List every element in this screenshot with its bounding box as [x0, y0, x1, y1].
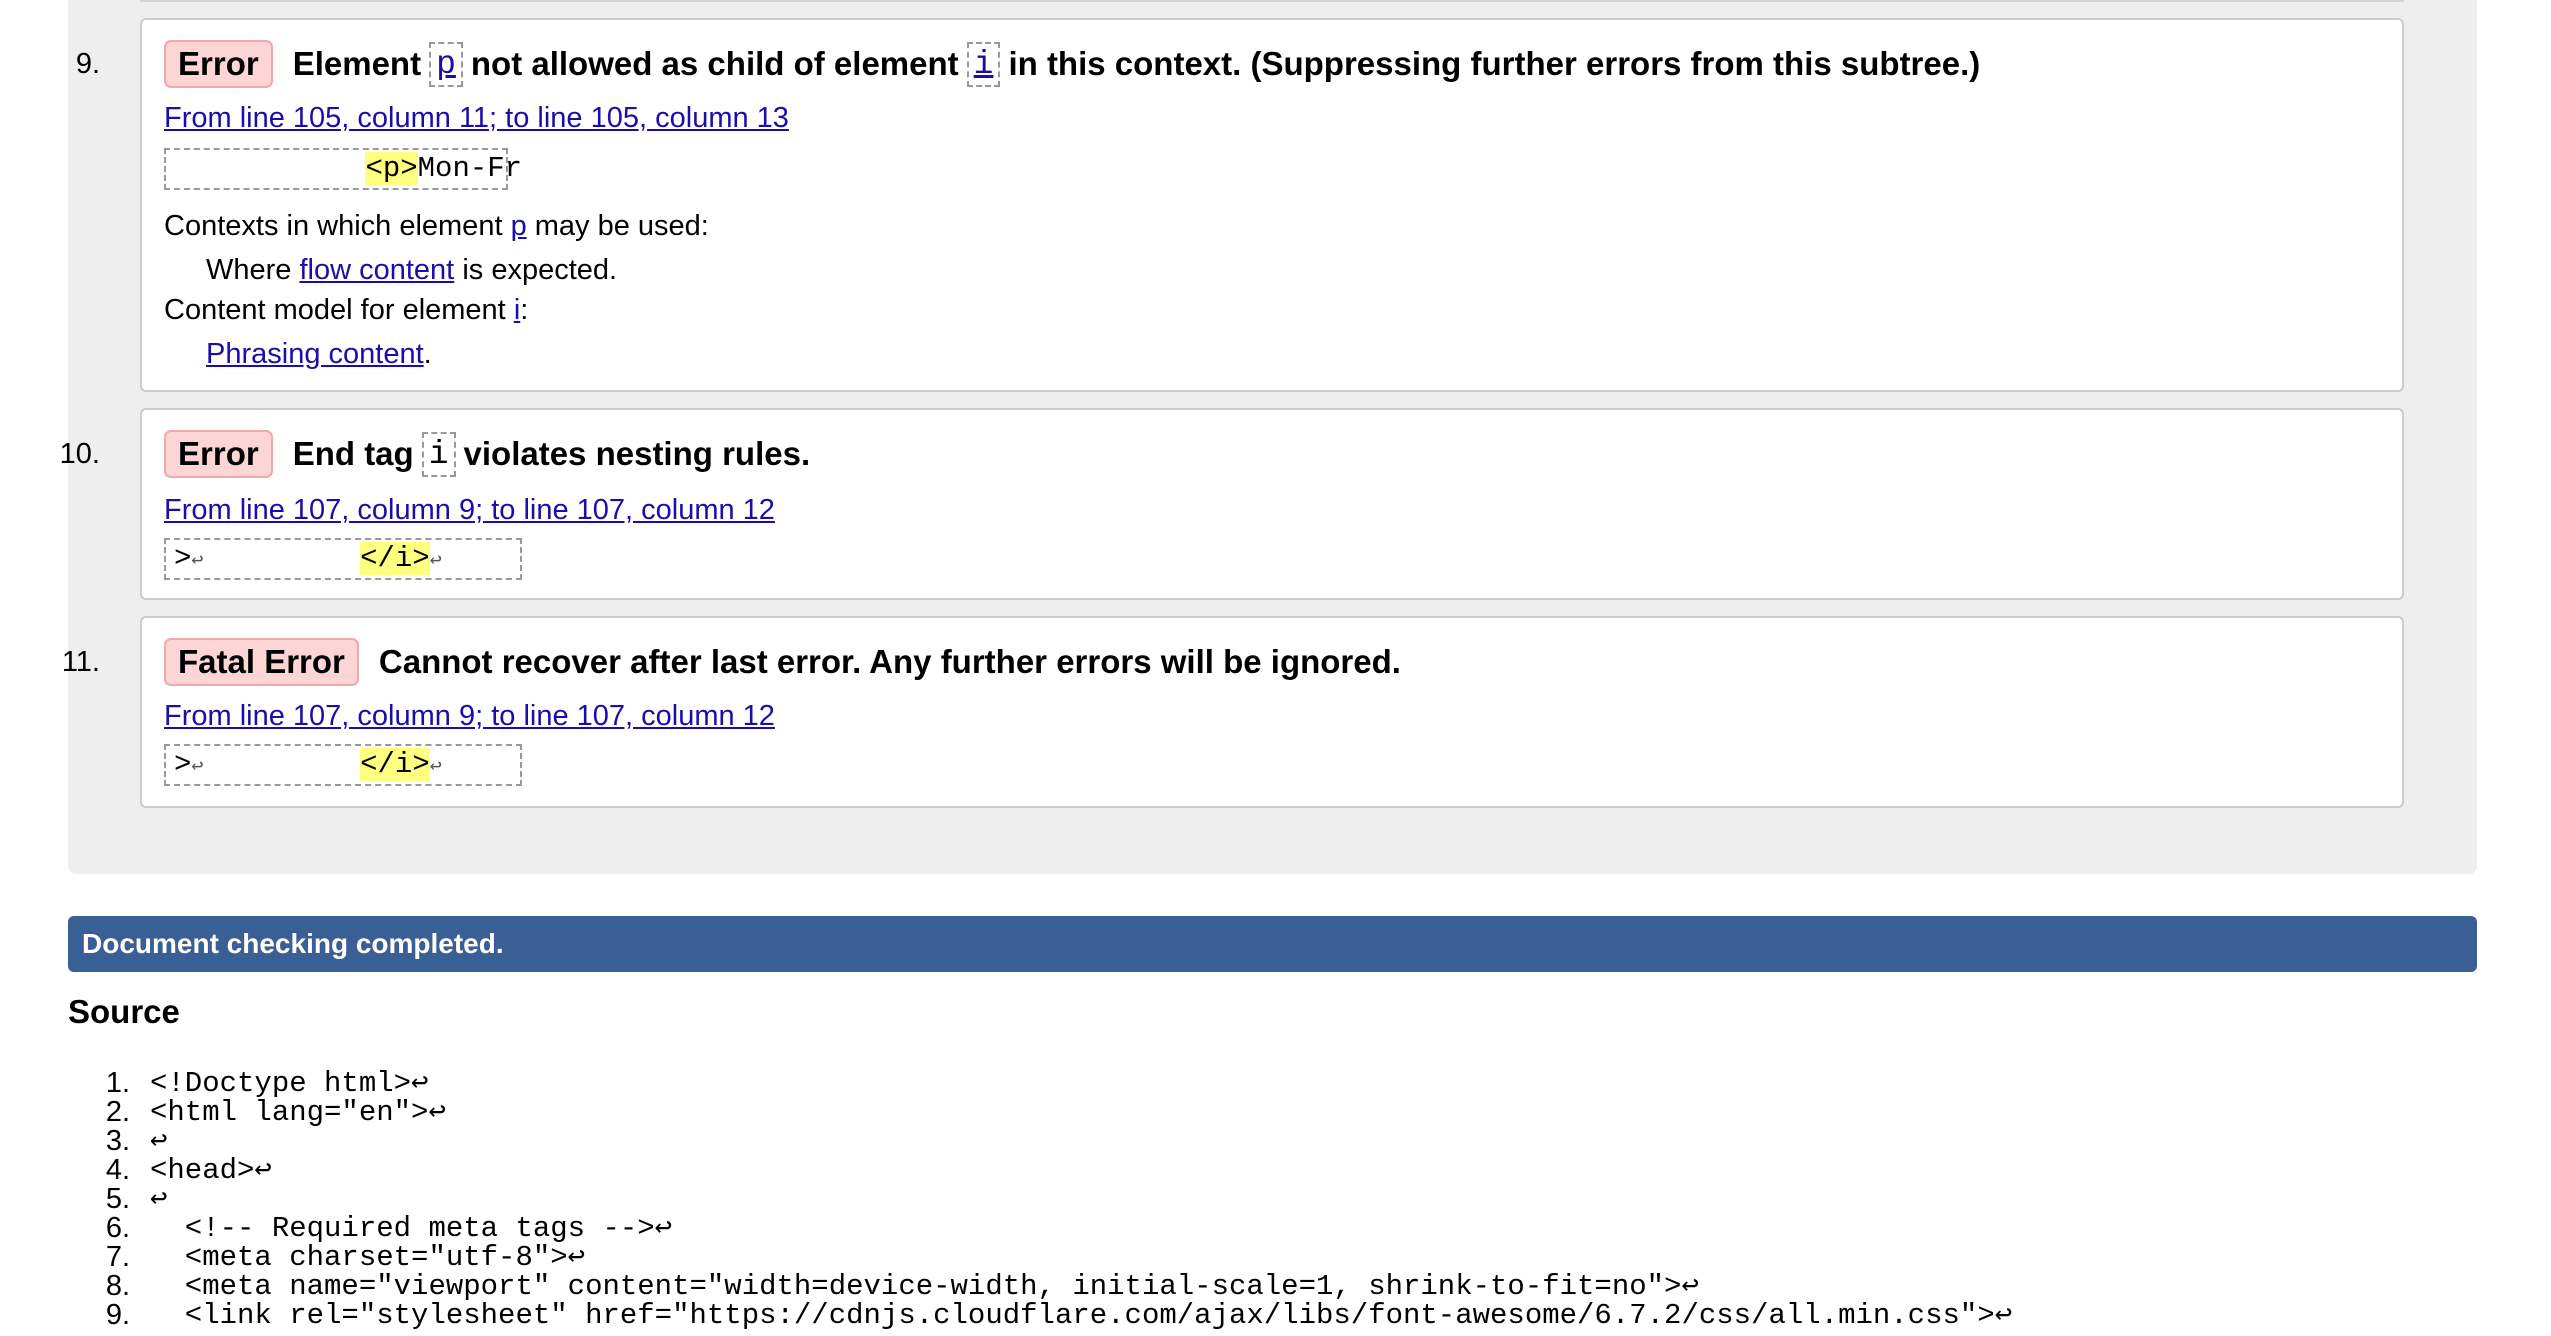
line-code: ↩: [150, 1183, 168, 1216]
code-extract: >↩ </i>↩: [164, 538, 522, 580]
element-code: i: [421, 431, 456, 477]
element-p-link[interactable]: p: [511, 210, 527, 242]
error-badge: Error: [164, 430, 273, 478]
content-model-label: Content model for element i:: [164, 294, 528, 327]
content-model-value: Phrasing content.: [206, 338, 432, 371]
label-text: Contexts in which element: [164, 210, 503, 242]
source-line: 1. <!Doctype html>↩: [68, 1067, 2012, 1100]
message-text: violates nesting rules.: [463, 435, 811, 472]
label-text: may be used:: [534, 210, 709, 242]
flow-content-link[interactable]: flow content: [299, 254, 454, 286]
source-heading: Source: [68, 993, 180, 1030]
source-line: 8. <meta name="viewport" content="width=…: [68, 1270, 2012, 1303]
label-text: is expected.: [462, 254, 618, 286]
line-code: <html lang="en">↩: [150, 1096, 446, 1129]
message-item: 11. Fatal Error Cannot recover after las…: [62, 616, 2404, 808]
extract-text: [203, 748, 360, 781]
message-item: 10. Error End tag i violates nesting rul…: [60, 408, 2404, 600]
line-number: 4.: [105, 1154, 130, 1186]
source-line: 9. <link rel="stylesheet" href="https://…: [68, 1299, 2013, 1332]
line-number: 6.: [105, 1212, 130, 1244]
message-text: End tag: [292, 435, 414, 472]
fatal-error-badge: Fatal Error: [164, 638, 359, 686]
message-text: Element: [292, 45, 422, 82]
extract-highlight: <p>: [365, 152, 418, 185]
message-heading: Error Element p not allowed as child of …: [164, 40, 1980, 88]
location-link[interactable]: From line 107, column 9; to line 107, co…: [164, 700, 775, 733]
source-line: 5. ↩: [68, 1183, 2012, 1216]
message-heading: Fatal Error Cannot recover after last er…: [164, 638, 1401, 686]
message-item: 9. Error Element p not allowed as child …: [76, 18, 2404, 392]
label-text: Where: [206, 254, 292, 286]
line-number: 8.: [105, 1270, 130, 1302]
line-number: 5.: [105, 1183, 130, 1215]
extract-text: [203, 542, 360, 575]
status-bar: Document checking completed.: [68, 916, 2477, 972]
previous-message-edge: [140, 0, 2404, 2]
code-extract: >↩ </i>↩: [164, 744, 522, 786]
line-number: 1.: [105, 1067, 130, 1099]
line-code: <meta name="viewport" content="width=dev…: [150, 1270, 1699, 1303]
message-text: in this context. (Suppressing further er…: [1008, 45, 1981, 82]
line-number: 9.: [105, 1299, 130, 1331]
error-badge: Error: [164, 40, 273, 88]
message-number: 10.: [59, 438, 100, 470]
message-number: 11.: [61, 646, 100, 678]
message-text: not allowed as child of element: [470, 45, 959, 82]
source-line: 2. <html lang="en">↩: [68, 1096, 2012, 1129]
location-link[interactable]: From line 105, column 11; to line 105, c…: [164, 102, 789, 135]
extract-text: >: [174, 748, 192, 781]
line-number: 7.: [105, 1241, 130, 1273]
extract-highlight: </i>: [360, 748, 430, 781]
phrasing-content-link[interactable]: Phrasing content: [206, 338, 424, 370]
element-p-link[interactable]: p: [429, 41, 463, 87]
line-break-icon: ↩: [191, 550, 204, 573]
source-line: 4. <head>↩: [68, 1154, 2012, 1187]
extract-highlight: </i>: [360, 542, 430, 575]
line-break-icon: ↩: [429, 550, 442, 573]
label-text: :: [520, 294, 529, 326]
line-code: <!Doctype html>↩: [150, 1067, 429, 1100]
extract-text: Mon-Fr: [417, 152, 523, 185]
line-code: <link rel="stylesheet" href="https://cdn…: [150, 1299, 2013, 1332]
location-link[interactable]: From line 107, column 9; to line 107, co…: [164, 494, 775, 527]
code-extract: <p>Mon-Fr: [164, 148, 522, 190]
contexts-label: Contexts in which element p may be used:: [164, 210, 709, 243]
line-code: <meta charset="utf-8">↩: [150, 1241, 586, 1274]
line-number: 2.: [105, 1096, 130, 1128]
extract-text: [174, 152, 365, 185]
line-code: <head>↩: [150, 1154, 272, 1187]
label-text: Content model for element: [164, 294, 506, 326]
extract-text: >: [174, 542, 192, 575]
message-heading: Error End tag i violates nesting rules.: [164, 430, 810, 478]
label-text: .: [423, 338, 432, 370]
contexts-value: Where flow content is expected.: [206, 254, 617, 287]
source-line: 7. <meta charset="utf-8">↩: [68, 1241, 2012, 1274]
line-break-icon: ↩: [191, 756, 204, 779]
message-text: Cannot recover after last error. Any fur…: [378, 643, 1401, 680]
line-code: ↩: [150, 1125, 168, 1158]
source-line: 6. <!-- Required meta tags -->↩: [68, 1212, 2012, 1245]
message-number: 9.: [75, 48, 100, 80]
line-number: 3.: [105, 1125, 130, 1157]
source-list: 1. <!Doctype html>↩ 2. <html lang="en">↩ 3…: [68, 1067, 2013, 1332]
line-break-icon: ↩: [429, 756, 442, 779]
line-code: <!-- Required meta tags -->↩: [150, 1212, 673, 1245]
source-line: 3. ↩: [68, 1125, 2012, 1158]
element-i-link[interactable]: i: [966, 41, 1001, 87]
